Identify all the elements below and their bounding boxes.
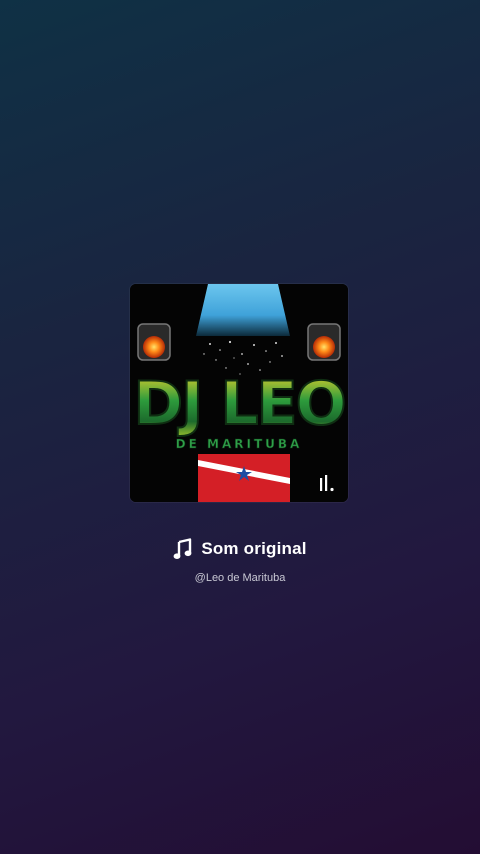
sound-author-link[interactable]: @Leo de Marituba (0, 572, 480, 584)
album-cover[interactable]: DJ LEO DE MARITUBA (130, 284, 348, 502)
sound-bars-icon (320, 475, 334, 492)
cover-artwork: DJ LEO DE MARITUBA (130, 284, 348, 502)
sound-detail-screen: DJ LEO DE MARITUBA Som original @Leo de … (0, 0, 480, 854)
logo-subtext: DE MARITUBA (176, 437, 303, 451)
left-spotlight-icon (137, 323, 171, 361)
flag-icon (198, 454, 290, 502)
sound-title: Som original (201, 539, 307, 558)
right-spotlight-icon (307, 323, 341, 361)
logo-text: DJ LEO (133, 369, 344, 439)
sound-title-row[interactable]: Som original (0, 538, 480, 560)
music-note-icon (173, 538, 192, 559)
